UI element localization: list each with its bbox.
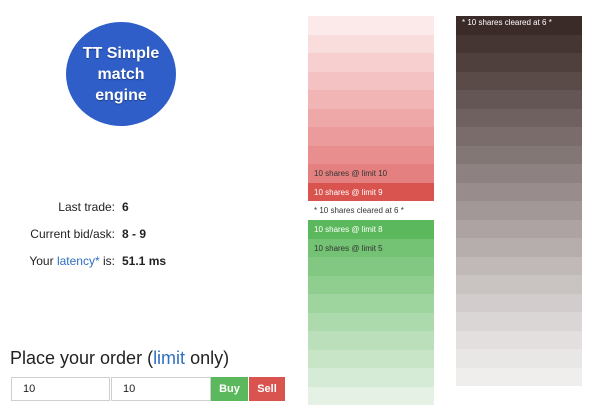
bid-level-label: 10 shares @ limit 8 — [314, 225, 383, 234]
history-row — [456, 256, 582, 275]
limit-link[interactable]: limit — [153, 348, 185, 368]
latency-suffix: is: — [99, 254, 115, 268]
bid-ask-row: Current bid/ask: 8 - 9 — [0, 227, 230, 254]
history-row-label: * 10 shares cleared at 6 * — [462, 18, 552, 27]
order-form: Buy Sell — [11, 377, 285, 401]
bid-ask-value: 8 - 9 — [122, 227, 147, 241]
bid-level: 10 shares @ limit 5 — [308, 238, 434, 257]
sell-button[interactable]: Sell — [249, 377, 285, 401]
order-book: 10 shares @ limit 10 10 shares @ limit 9 *… — [308, 16, 434, 405]
history-row — [456, 127, 582, 146]
last-trade-label: Last trade: — [58, 200, 115, 214]
history-row — [456, 145, 582, 164]
bid-level — [308, 386, 434, 405]
ask-level — [308, 71, 434, 90]
order-heading: Place your order (limit only) — [10, 348, 229, 369]
history-row — [456, 108, 582, 127]
trade-history: * 10 shares cleared at 6 * — [456, 16, 582, 386]
ask-level — [308, 145, 434, 164]
bid-level-label: 10 shares @ limit 5 — [314, 243, 383, 253]
latency-prefix: Your — [29, 254, 57, 268]
history-row — [456, 330, 582, 349]
ask-level — [308, 90, 434, 109]
history-row — [456, 90, 582, 109]
quantity-input[interactable] — [11, 377, 110, 401]
history-row — [456, 238, 582, 257]
order-heading-suffix: only) — [185, 348, 230, 368]
ask-level-label: 10 shares @ limit 10 — [314, 169, 388, 178]
ask-level — [308, 127, 434, 146]
buy-button[interactable]: Buy — [211, 377, 248, 401]
bid-level: 10 shares @ limit 8 — [308, 220, 434, 239]
history-row: * 10 shares cleared at 6 * — [456, 16, 582, 35]
price-input[interactable] — [111, 377, 211, 401]
bid-level — [308, 331, 434, 350]
ask-level-label: 10 shares @ limit 9 — [314, 187, 383, 197]
order-heading-prefix: Place your order ( — [10, 348, 154, 368]
history-row — [456, 275, 582, 294]
logo-title: TT Simple match engine — [82, 44, 160, 104]
ask-level: 10 shares @ limit 10 — [308, 164, 434, 183]
latency-value: 51.1 ms — [122, 254, 167, 268]
ask-level — [308, 34, 434, 53]
ask-level — [308, 108, 434, 127]
history-row — [456, 201, 582, 220]
history-row — [456, 34, 582, 53]
cleared-row: * 10 shares cleared at 6 * — [308, 201, 434, 220]
bid-level — [308, 312, 434, 331]
history-row — [456, 182, 582, 201]
bid-level — [308, 275, 434, 294]
bid-level — [308, 257, 434, 276]
history-row — [456, 312, 582, 331]
latency-row: Your latency* is: 51.1 ms — [0, 254, 230, 281]
ask-level — [308, 16, 434, 35]
stats-panel: Last trade: 6 Current bid/ask: 8 - 9 You… — [0, 200, 230, 281]
bid-level — [308, 294, 434, 313]
history-row — [456, 71, 582, 90]
bid-level — [308, 349, 434, 368]
cleared-label: * 10 shares cleared at 6 * — [314, 206, 404, 215]
history-row — [456, 349, 582, 368]
history-row — [456, 219, 582, 238]
latency-link[interactable]: latency* — [57, 254, 100, 268]
latency-label: Your latency* is: — [29, 254, 115, 268]
history-row — [456, 367, 582, 386]
ask-level: 10 shares @ limit 9 — [308, 182, 434, 201]
bid-ask-label: Current bid/ask: — [30, 227, 115, 241]
last-trade-value: 6 — [122, 200, 129, 214]
history-row — [456, 164, 582, 183]
history-row — [456, 53, 582, 72]
bid-level — [308, 368, 434, 387]
ask-level — [308, 53, 434, 72]
last-trade-row: Last trade: 6 — [0, 200, 230, 227]
logo-badge: TT Simple match engine — [66, 22, 176, 126]
history-row — [456, 293, 582, 312]
